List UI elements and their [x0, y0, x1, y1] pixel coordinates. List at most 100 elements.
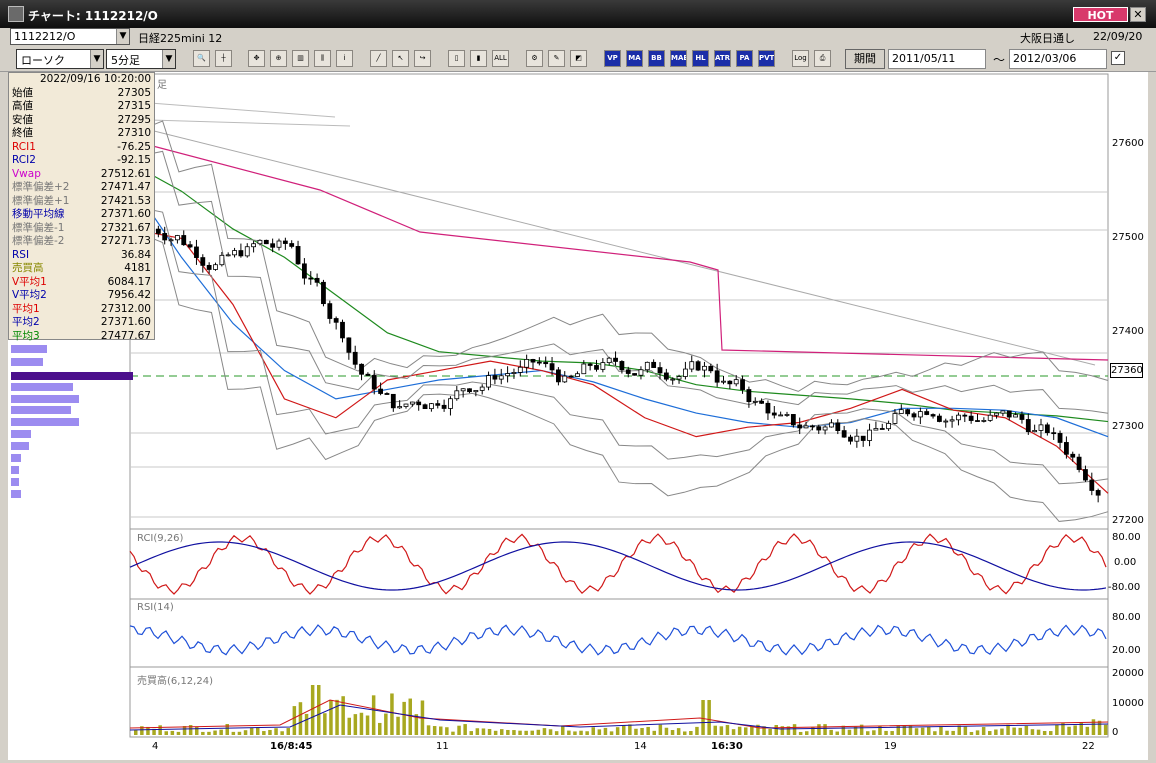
candle-body — [530, 359, 536, 363]
symbol-input[interactable]: 1112212/O — [10, 28, 130, 45]
chevron-down-icon[interactable]: ▼ — [162, 50, 175, 68]
zoom-icon[interactable]: 🔍 — [193, 50, 210, 67]
info-row: 標準偏差+2 27471.47 — [12, 181, 151, 195]
indicator-button-pa[interactable]: PA — [736, 50, 753, 67]
candle-a-icon[interactable]: ▯ — [448, 50, 465, 67]
all-icon[interactable]: ALL — [492, 50, 509, 67]
info-row: RCI2 -92.15 — [12, 154, 151, 168]
candle-body — [460, 388, 466, 392]
volume-bar — [1012, 727, 1016, 735]
select-icon[interactable]: ↖ — [392, 50, 409, 67]
log-scale-button[interactable]: Log — [792, 50, 809, 67]
volume-bar — [432, 726, 437, 735]
info-row: 標準偏差-2 27271.73 — [12, 235, 151, 249]
interval-select[interactable]: 5分足 ▼ — [106, 49, 176, 69]
from-date-input[interactable]: 2011/05/11 — [888, 49, 986, 69]
crosshair-icon[interactable]: ┼ — [215, 50, 232, 67]
indicator-button-ma[interactable]: MA — [626, 50, 643, 67]
volume-bar — [1018, 727, 1022, 735]
candle-body — [860, 435, 866, 441]
candle-body — [905, 409, 911, 415]
info-row: 終値 27310 — [12, 127, 151, 141]
color-icon[interactable]: ◩ — [570, 50, 587, 67]
close-button[interactable]: ✕ — [1130, 7, 1146, 22]
candles-icon[interactable]: ⫼ — [314, 50, 331, 67]
info-row: V平均1 6084.17 — [12, 276, 151, 290]
candle-b-icon[interactable]: ▮ — [470, 50, 487, 67]
settings-icon[interactable]: ⚙ — [526, 50, 543, 67]
volume-bar — [506, 729, 510, 735]
volume-profile-bar — [11, 383, 73, 391]
candle-body — [403, 403, 409, 407]
chevron-down-icon[interactable]: ▼ — [116, 29, 129, 44]
volume-bar — [304, 713, 309, 735]
volume-bar — [1024, 725, 1029, 735]
candle-body — [549, 363, 555, 371]
rci-axis-tick: 80.00 — [1112, 532, 1141, 543]
period-button[interactable]: 期間 — [845, 49, 885, 69]
candle-body — [1089, 479, 1095, 491]
chevron-down-icon[interactable]: ▼ — [90, 50, 103, 68]
volume-bar — [1036, 729, 1041, 735]
indicator-button-mae[interactable]: MAE — [670, 50, 687, 67]
candle-body — [346, 337, 352, 353]
price-tick: 27500 — [1112, 232, 1144, 243]
candle-body — [1070, 453, 1076, 458]
volume-bar — [310, 685, 315, 735]
pen-icon[interactable]: ✎ — [548, 50, 565, 67]
volume-bar — [512, 730, 516, 735]
indicator-button-atr[interactable]: ATR — [714, 50, 731, 67]
candle-body — [841, 430, 847, 438]
print-icon[interactable]: ⎙ — [814, 50, 831, 67]
candle-body — [416, 401, 422, 406]
candle-body — [994, 412, 999, 416]
candle-body — [790, 414, 796, 426]
draw-line-icon[interactable]: ╱ — [370, 50, 387, 67]
volume-bar — [829, 729, 833, 735]
volume-bar — [1006, 724, 1010, 735]
candle-body — [244, 246, 250, 257]
candle-body — [625, 369, 631, 374]
candle-body — [987, 414, 993, 421]
candle-body — [397, 406, 403, 409]
cursor-icon[interactable]: ✥ — [248, 50, 265, 67]
info-row: 標準偏差+1 27421.53 — [12, 195, 151, 209]
candle-body — [1064, 442, 1069, 455]
volume-bar — [817, 724, 821, 735]
arrow-icon[interactable]: ↪ — [414, 50, 431, 67]
volume-bar — [1049, 731, 1053, 735]
volume-profile-bar — [11, 406, 71, 414]
info-icon[interactable]: i — [336, 50, 353, 67]
candle-body — [479, 386, 485, 391]
to-date-input[interactable]: 2012/03/06 — [1009, 49, 1107, 69]
volume-bar — [426, 725, 431, 735]
indicator-button-bb[interactable]: BB — [648, 50, 665, 67]
left-strip — [0, 72, 8, 760]
volume-bar — [481, 728, 486, 735]
x-axis-tick: 16:30 — [711, 741, 743, 752]
hot-button[interactable]: HOT — [1073, 7, 1128, 22]
volume-profile-bar — [11, 466, 19, 474]
indicator-button-hl[interactable]: HL — [692, 50, 709, 67]
indicator-button-pvt[interactable]: PVT — [758, 50, 775, 67]
chart-icon[interactable]: ▥ — [292, 50, 309, 67]
info-label: 高値 — [12, 100, 33, 112]
candle-body — [200, 257, 206, 266]
candle-body — [816, 426, 822, 431]
volume-profile-bar — [11, 478, 19, 486]
volume-bar — [554, 731, 559, 735]
chart-svg[interactable] — [0, 72, 1156, 760]
volume-bar — [890, 731, 894, 735]
indicator-button-vp[interactable]: VP — [604, 50, 621, 67]
volume-bar — [439, 726, 443, 735]
chart-type-select[interactable]: ローソク ▼ — [16, 49, 104, 69]
candle-body — [822, 426, 828, 431]
info-row: 移動平均線 27371.60 — [12, 208, 151, 222]
compare-icon[interactable]: ⊕ — [270, 50, 287, 67]
volume-bar — [676, 728, 681, 735]
candle-body — [632, 373, 637, 376]
volume-bar — [664, 727, 669, 735]
candle-body — [467, 388, 472, 393]
check-icon[interactable]: ✓ — [1111, 51, 1125, 65]
chart-area[interactable] — [0, 72, 1156, 760]
